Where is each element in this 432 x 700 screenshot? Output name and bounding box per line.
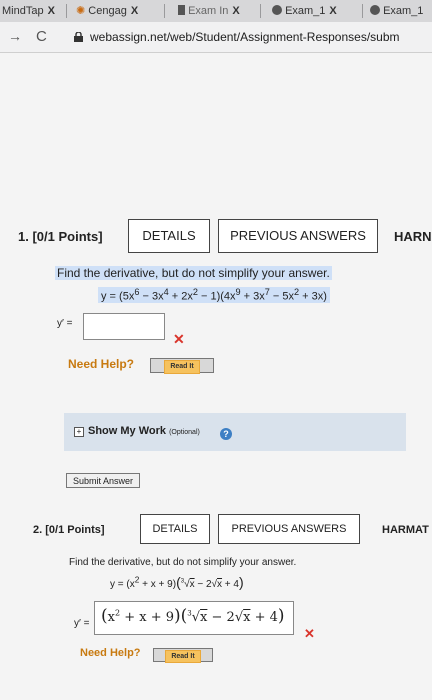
- expand-plus-icon[interactable]: +: [74, 427, 84, 437]
- tab-exam-1-second[interactable]: Exam_1: [370, 2, 432, 20]
- address-bar: → C webassign.net/web/Student/Assignment…: [0, 22, 432, 53]
- close-icon[interactable]: X: [48, 5, 55, 17]
- homework-label-truncated: HARMAT: [382, 524, 429, 536]
- need-help-label: Need Help?: [80, 647, 141, 659]
- entered-answer-expression: (x2 + x + 9)(3√x − 2√x + 4): [101, 606, 285, 626]
- cengage-logo-icon: ✺: [76, 5, 86, 17]
- question-2-equation: y = (x2 + x + 9)(3√x − 2√x + 4): [110, 574, 244, 590]
- details-button[interactable]: DETAILS: [128, 219, 210, 253]
- tab-label: MindTap: [2, 5, 44, 17]
- answer-label: y′ =: [57, 318, 73, 329]
- question-1-prompt: Find the derivative, but do not simplify…: [55, 266, 332, 280]
- previous-answers-button[interactable]: PREVIOUS ANSWERS: [218, 219, 378, 253]
- question-2-prompt: Find the derivative, but do not simplify…: [69, 557, 297, 568]
- question-1-points: 1. [0/1 Points]: [18, 229, 103, 244]
- tab-cengage[interactable]: ✺ Cengag X: [76, 2, 158, 20]
- question-2-points: 2. [0/1 Points]: [33, 524, 105, 536]
- incorrect-icon: ✕: [173, 331, 185, 347]
- answer-input[interactable]: [83, 313, 165, 340]
- tab-divider: [66, 4, 67, 18]
- answer-input[interactable]: (x2 + x + 9)(3√x − 2√x + 4): [94, 601, 294, 635]
- tab-mindtap[interactable]: MindTap X: [2, 2, 62, 20]
- document-icon: [178, 5, 185, 15]
- close-icon[interactable]: X: [131, 5, 138, 17]
- tab-exam-in[interactable]: Exam In X: [178, 2, 256, 20]
- help-question-icon[interactable]: ?: [220, 428, 232, 440]
- read-it-button[interactable]: Read It: [150, 358, 214, 374]
- webassign-icon: [370, 5, 380, 15]
- lock-icon: [74, 32, 83, 42]
- tab-exam-1[interactable]: Exam_1 X: [272, 2, 358, 20]
- homework-label-truncated: HARN: [394, 229, 432, 244]
- answer-label: y′ =: [74, 618, 90, 629]
- show-my-work-toggle[interactable]: Show My Work (Optional): [88, 425, 200, 437]
- reload-icon[interactable]: C: [36, 28, 47, 45]
- tab-label: Exam_1: [383, 5, 424, 17]
- optional-label: (Optional): [169, 429, 200, 436]
- need-help-label: Need Help?: [68, 357, 135, 371]
- url-field[interactable]: webassign.net/web/Student/Assignment-Res…: [90, 30, 400, 44]
- close-icon[interactable]: X: [329, 5, 336, 17]
- read-it-label: Read It: [164, 360, 200, 374]
- submit-answer-button[interactable]: Submit Answer: [66, 473, 140, 488]
- incorrect-icon: ✕: [304, 626, 315, 641]
- tab-label: Cengag: [88, 5, 127, 17]
- tab-label: Exam In: [188, 5, 229, 17]
- browser-tab-bar: MindTap X ✺ Cengag X Exam In X Exam_1 X Exam…: [0, 0, 432, 23]
- tab-divider: [164, 4, 165, 18]
- tab-label: Exam_1: [285, 5, 326, 17]
- tab-divider: [362, 4, 363, 18]
- read-it-label: Read It: [165, 650, 201, 663]
- details-button[interactable]: DETAILS: [140, 514, 210, 544]
- webassign-icon: [272, 5, 282, 15]
- forward-arrow-icon[interactable]: →: [8, 28, 22, 44]
- read-it-button[interactable]: Read It: [153, 648, 213, 663]
- tab-divider: [260, 4, 261, 18]
- question-1-equation: y = (5x6 − 3x4 + 2x2 − 1)(4x9 + 3x7 − 5x…: [98, 287, 330, 303]
- close-icon[interactable]: X: [232, 5, 239, 17]
- previous-answers-button[interactable]: PREVIOUS ANSWERS: [218, 514, 360, 544]
- show-my-work-label: Show My Work: [88, 425, 167, 437]
